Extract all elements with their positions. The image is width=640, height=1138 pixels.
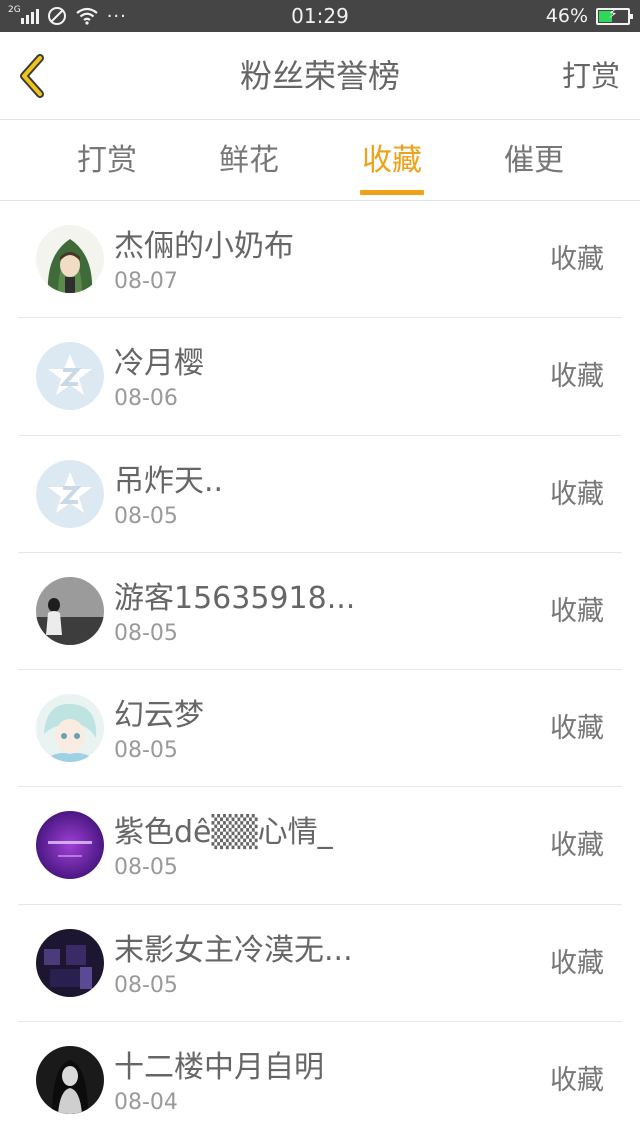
fan-name: 冷月樱	[114, 346, 204, 382]
fan-date: 08-05	[114, 972, 178, 998]
fan-name: 杰倆的小奶布	[114, 229, 294, 264]
avatar	[36, 1046, 104, 1115]
fan-list: 杰倆的小奶布 08-07 收藏 冷月樱 08-06 收藏 吊炸天.. 08-05…	[0, 201, 640, 1138]
battery-percent: 46%	[545, 5, 588, 27]
list-item[interactable]: 游客15635918... 08-05 收藏	[18, 553, 622, 671]
page-title: 粉丝荣誉榜	[239, 57, 400, 95]
avatar	[36, 342, 104, 411]
fan-date: 08-07	[114, 269, 178, 294]
fan-action: 收藏	[550, 1065, 604, 1097]
fan-date: 08-05	[114, 503, 178, 529]
fan-action: 收藏	[550, 595, 604, 627]
list-item[interactable]: 幻云梦 08-05 收藏	[18, 670, 622, 788]
avatar	[36, 576, 104, 645]
charging-icon: ⚡	[608, 6, 618, 22]
green-hood-avatar-icon	[36, 225, 104, 293]
list-item[interactable]: 杰倆的小奶布 08-07 收藏	[18, 201, 622, 319]
avatar	[36, 811, 104, 880]
list-item[interactable]: 末影女主冷漠无... 08-05 收藏	[18, 905, 622, 1023]
list-item[interactable]: 吊炸天.. 08-05 收藏	[18, 436, 622, 553]
fan-date: 08-06	[114, 386, 178, 412]
fan-name: 末影女主冷漠无...	[114, 932, 353, 968]
anime-avatar-icon	[36, 694, 104, 763]
default-star-avatar-icon	[36, 459, 104, 528]
list-item[interactable]: 冷月樱 08-06 收藏	[18, 318, 622, 436]
purple-avatar-icon	[36, 811, 104, 880]
fan-date: 08-05	[114, 855, 178, 881]
status-time: 01:29	[291, 4, 349, 28]
battery-icon: ⚡	[596, 6, 633, 25]
fan-date: 08-05	[114, 620, 178, 646]
status-bar: 2G ··· 01:29 46% ⚡	[0, 0, 640, 32]
header: 粉丝荣誉榜 打赏	[0, 32, 640, 120]
fan-action: 收藏	[550, 244, 604, 275]
tab-reward[interactable]: 打赏	[52, 121, 162, 201]
tab-urge-update[interactable]: 催更	[479, 121, 589, 201]
list-item[interactable]: 紫色dê▒▒心情_ 08-05 收藏	[18, 787, 622, 905]
fan-name: 幻云梦	[114, 698, 204, 734]
default-star-avatar-icon	[36, 342, 104, 411]
fan-date: 08-04	[114, 1090, 178, 1116]
fan-action: 收藏	[550, 361, 604, 393]
fan-name: 紫色dê▒▒心情_	[114, 815, 333, 851]
tab-flowers[interactable]: 鲜花	[194, 121, 304, 201]
list-item[interactable]: 十二楼中月自明 08-04 收藏	[18, 1022, 622, 1138]
dark-game-avatar-icon	[36, 928, 104, 997]
avatar	[36, 459, 104, 528]
reward-button[interactable]: 打赏	[562, 32, 620, 120]
fan-action: 收藏	[550, 478, 604, 510]
fan-name: 吊炸天..	[114, 463, 224, 499]
fan-action: 收藏	[550, 713, 604, 745]
fan-action: 收藏	[550, 947, 604, 979]
tab-bar: 打赏 鲜花 收藏 催更	[0, 121, 640, 201]
avatar	[36, 225, 104, 293]
fan-name: 游客15635918...	[114, 580, 356, 616]
tab-favorites[interactable]: 收藏	[337, 121, 447, 201]
dark-portrait-avatar-icon	[36, 1046, 104, 1115]
fan-name: 十二楼中月自明	[114, 1050, 324, 1086]
fan-action: 收藏	[550, 830, 604, 862]
fan-date: 08-05	[114, 738, 178, 764]
status-right: 46% ⚡	[545, 0, 633, 32]
avatar	[36, 694, 104, 763]
avatar	[36, 928, 104, 997]
gray-photo-avatar-icon	[36, 576, 104, 645]
active-tab-indicator	[360, 190, 424, 195]
